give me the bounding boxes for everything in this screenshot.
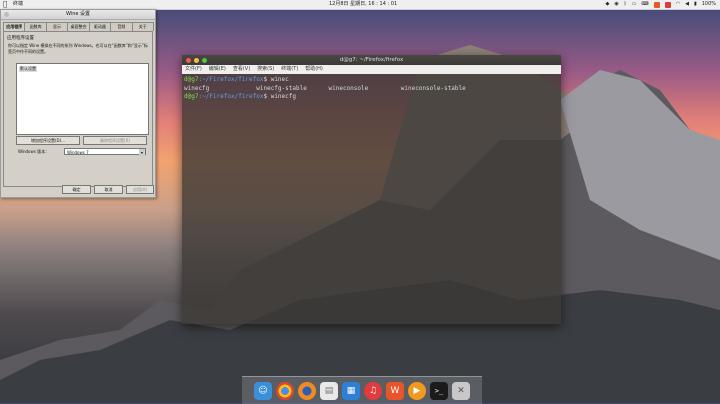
terminal-menu-bar: 文件(F) 编辑(E) 查看(V) 搜索(S) 终端(T) 帮助(H) [182, 65, 561, 74]
active-app-name[interactable]: 终端 [13, 0, 23, 9]
prompt-user: d@g7 [184, 76, 199, 83]
prompt-user: d@g7 [184, 93, 199, 100]
system-tray: ◆ ◉ ᛒ ▭ ⌨ ◠ ◀ ▮ 100% [606, 0, 716, 9]
clock[interactable]: 12月8日 星期日, 16 : 14 : 01 [329, 0, 397, 9]
command-line: $ winecfg [263, 93, 296, 100]
menu-help[interactable]: 帮助(H) [305, 65, 323, 74]
input-method-icon[interactable]: ⌨ [641, 0, 648, 9]
tab-drives[interactable]: 驱动器 [88, 22, 112, 31]
windows-version-select[interactable]: Windows 7 ▾ [64, 148, 146, 156]
applications-panel: 应用程序设置 你可以指定 Wine 模拟在不同的系列 Windows。也可以在“… [3, 31, 153, 187]
application-list[interactable]: 默认设置 [16, 63, 149, 135]
prompt-path: :~/Firefox/firefox [198, 76, 264, 83]
menu-view[interactable]: 查看(V) [233, 65, 250, 74]
app-tray-icon[interactable] [653, 1, 660, 8]
cancel-button[interactable]: 取消 [94, 185, 123, 194]
terminal-output[interactable]: d@g7:~/Firefox/firefox$ winec winecfg wi… [182, 74, 561, 104]
remove-application-button[interactable]: 删除程序设置(R) [83, 136, 147, 145]
firefox-icon[interactable] [298, 381, 316, 400]
finder-icon[interactable]: ☺ [254, 381, 272, 400]
prompt-path: :~/Firefox/firefox [198, 93, 264, 100]
terminal-title-bar[interactable]: d@g7: ~/Firefox/firefox [182, 55, 561, 65]
tab-libraries[interactable]: 函数库 [24, 22, 47, 31]
windows-version-value: Windows 7 [67, 150, 89, 155]
wifi-icon[interactable]: ◠ [676, 0, 680, 9]
terminal-title: d@g7: ~/Firefox/firefox [339, 57, 404, 63]
notification-icon[interactable] [664, 1, 671, 8]
dropbox-icon[interactable]: ◆ [606, 0, 610, 9]
tab-graphics[interactable]: 显示 [45, 22, 69, 31]
chevron-down-icon[interactable]: ▾ [139, 149, 145, 156]
music-icon[interactable]: ♫ [364, 381, 382, 400]
wine-settings-window: Wine 设置 应用程序 函数库 显示 桌面整合 驱动器 音频 关于 应用程序设… [0, 9, 156, 198]
list-item[interactable]: 默认设置 [19, 66, 37, 72]
command-line: $ winec [263, 76, 289, 83]
chrome-icon[interactable] [276, 381, 294, 400]
minimize-icon[interactable] [194, 57, 199, 63]
ok-button[interactable]: 确定 [62, 185, 91, 194]
apply-button[interactable]: 应用(A) [126, 185, 154, 194]
tab-audio[interactable]: 音频 [110, 22, 133, 31]
menu-edit[interactable]: 编辑(E) [209, 65, 226, 74]
bluetooth-icon[interactable]: ᛒ [624, 0, 627, 9]
menu-search[interactable]: 搜索(S) [257, 65, 274, 74]
network-icon[interactable]: ◉ [614, 0, 618, 9]
section-description: 你可以指定 Wine 模拟在不同的系列 Windows。也可以在“函数库”和“显… [8, 43, 148, 54]
dock: ☺ ▤ ▦ ♫ W ▶ >_ ✕ [242, 376, 482, 404]
wine-window-title: Wine 设置 [65, 11, 91, 17]
battery-percent: 100% [701, 1, 716, 7]
files-icon[interactable]: ▤ [320, 381, 338, 400]
wine-tabs: 应用程序 函数库 显示 桌面整合 驱动器 音频 关于 [3, 22, 154, 31]
tab-applications[interactable]: 应用程序 [3, 22, 26, 31]
add-application-button[interactable]: 增加程序设置(D)... [16, 136, 80, 145]
windows-version-label: Windows 版本： [18, 149, 50, 154]
wps-icon[interactable]: W [386, 381, 404, 400]
close-icon[interactable] [186, 57, 191, 63]
section-title: 应用程序设置 [7, 36, 34, 41]
close-icon[interactable] [4, 12, 9, 17]
completion-list: winecfg winecfg-stable wineconsole winec… [184, 84, 466, 92]
terminal-icon[interactable]: >_ [430, 381, 448, 400]
display-icon[interactable]: ▭ [632, 0, 637, 9]
menu-file[interactable]: 文件(F) [185, 65, 202, 74]
store-icon[interactable]: ▦ [342, 381, 360, 400]
battery-icon[interactable]: ▮ [694, 0, 697, 9]
menu-terminal[interactable]: 终端(T) [281, 65, 298, 74]
volume-icon[interactable]: ◀ [685, 0, 689, 9]
tab-about[interactable]: 关于 [131, 22, 154, 31]
wine-title-bar[interactable]: Wine 设置 [1, 10, 155, 20]
trash-icon[interactable]: ✕ [452, 381, 470, 400]
terminal-window: d@g7: ~/Firefox/firefox 文件(F) 编辑(E) 查看(V… [182, 55, 561, 324]
maximize-icon[interactable] [202, 57, 207, 63]
tab-desktop-integration[interactable]: 桌面整合 [67, 22, 90, 31]
player-icon[interactable]: ▶ [408, 381, 426, 400]
apple-icon[interactable]:  [3, 0, 7, 9]
